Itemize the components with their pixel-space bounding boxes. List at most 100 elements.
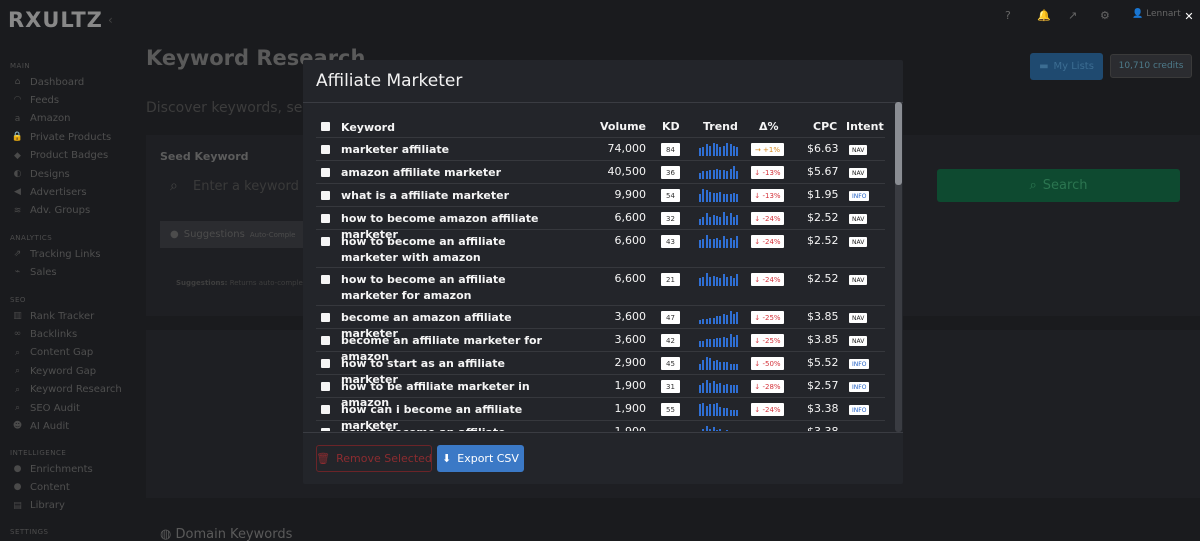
- sidebar-item-seo-audit[interactable]: ⌕ SEO Audit: [12, 400, 80, 416]
- sidebar-item-designs[interactable]: ◐ Designs: [12, 166, 70, 182]
- remove-selected-button[interactable]: 🗑 Remove Selected: [316, 445, 432, 472]
- table-row[interactable]: how to be affiliate marketer in amazon 1,…: [316, 375, 885, 409]
- sidebar-item-content[interactable]: ● Content: [12, 479, 70, 495]
- col-keyword[interactable]: Keyword: [341, 120, 561, 136]
- close-icon[interactable]: ✕: [1183, 11, 1195, 23]
- intent-badge: INFO: [849, 405, 870, 415]
- sidebar-item-backlinks[interactable]: ∞ Backlinks: [12, 326, 77, 342]
- sidebar-item-enrichments[interactable]: ● Enrichments: [12, 461, 93, 477]
- table-row[interactable]: how to become an affiliate marketer for …: [316, 268, 885, 306]
- chevron-left-icon[interactable]: ‹: [108, 13, 113, 27]
- table-row[interactable]: how can i become an affiliate marketer 1,…: [316, 398, 885, 431]
- sidebar-item-keyword-gap[interactable]: ⌕ Keyword Gap: [12, 363, 96, 379]
- table-row[interactable]: become an affiliate marketer for amazon 3…: [316, 329, 885, 363]
- select-all-checkbox[interactable]: [321, 122, 330, 131]
- seed-keyword-input[interactable]: Enter a keyword (e: [193, 179, 316, 194]
- sidebar-item-library[interactable]: ▤ Library: [12, 498, 65, 514]
- sidebar-item-ai-audit[interactable]: ☻ AI Audit: [12, 418, 69, 434]
- row-checkbox[interactable]: [321, 359, 330, 368]
- export-csv-button[interactable]: ⬇ Export CSV: [437, 445, 524, 472]
- trend-bar: [733, 192, 735, 202]
- sidebar-item-sales[interactable]: ⌁ Sales: [12, 264, 57, 280]
- table-row[interactable]: how to become amazon affiliate marketer 6…: [316, 207, 885, 241]
- modal-scrollbar[interactable]: [895, 102, 902, 432]
- trend-bar: [702, 359, 705, 370]
- keyword-cell[interactable]: amazon affiliate marketer: [341, 165, 561, 181]
- app-logo[interactable]: RXULTZ: [8, 8, 103, 32]
- trend-bar: [712, 192, 715, 202]
- keyword-cell[interactable]: how to become an affiliate marketer for …: [341, 272, 561, 304]
- my-lists-button[interactable]: ▬ My Lists: [1030, 53, 1103, 80]
- sidebar-item-keyword-research[interactable]: ⌕ Keyword Research: [12, 382, 122, 398]
- trend-bar: [736, 236, 739, 248]
- trend-bar: [736, 312, 739, 324]
- row-checkbox[interactable]: [321, 428, 330, 431]
- trend-bar: [709, 382, 712, 393]
- chart-icon: ⌁: [14, 267, 21, 278]
- trend-bar: [733, 385, 735, 393]
- table-row[interactable]: amazon affiliate marketer 40,500 36 ↓ -13% $…: [316, 161, 885, 184]
- row-checkbox[interactable]: [321, 336, 330, 345]
- keyword-cell[interactable]: how to become an affiliate marketer: [341, 425, 561, 431]
- sidebar-item-rank-tracker[interactable]: ▥ Rank Tracker: [12, 308, 94, 324]
- sidebar-item-private-products[interactable]: 🔒 Private Products: [12, 129, 111, 145]
- keyword-cell[interactable]: marketer affiliate: [341, 142, 561, 158]
- trend-sparkline: [699, 426, 739, 431]
- sidebar-item-dashboard[interactable]: ⌂ Dashboard: [12, 74, 85, 90]
- trend-bar: [709, 428, 712, 431]
- rss-icon: ◠: [13, 95, 22, 106]
- col-intent[interactable]: Intent: [846, 120, 884, 133]
- scrollbar-thumb[interactable]: [895, 102, 902, 185]
- col-cpc[interactable]: CPC: [813, 120, 837, 133]
- trend-bar: [716, 237, 718, 248]
- table-row[interactable]: how to become an affiliate marketer with…: [316, 230, 885, 268]
- sidebar-item-advertisers[interactable]: ◀ Advertisers: [12, 184, 87, 200]
- bell-icon[interactable]: 🔔: [1037, 9, 1051, 22]
- table-row[interactable]: what is a affiliate marketer 9,900 54 ↓ -13…: [316, 184, 885, 207]
- row-checkbox[interactable]: [321, 214, 330, 223]
- user-menu[interactable]: 👤 Lennart: [1132, 9, 1181, 19]
- sidebar-item-amazon[interactable]: a Amazon: [12, 111, 71, 127]
- keyword-cell[interactable]: what is a affiliate marketer: [341, 188, 561, 204]
- col-volume[interactable]: Volume: [600, 120, 646, 133]
- row-checkbox[interactable]: [321, 145, 330, 154]
- table-row[interactable]: marketer affiliate 74,000 84 → +1% $6.63 NAV: [316, 138, 885, 161]
- row-checkbox[interactable]: [321, 275, 330, 284]
- row-checkbox[interactable]: [321, 313, 330, 322]
- circle-icon: ●: [13, 482, 22, 493]
- sidebar-item-tracking-links[interactable]: ⇗ Tracking Links: [12, 246, 101, 262]
- trend-bar: [712, 275, 715, 286]
- modal-title: Affiliate Marketer: [316, 71, 463, 91]
- table-row[interactable]: become an amazon affiliate marketer 3,600…: [316, 306, 885, 340]
- circle-icon: ●: [13, 464, 22, 474]
- keyword-cell[interactable]: how to become an affiliate marketer with…: [341, 234, 561, 266]
- row-checkbox[interactable]: [321, 168, 330, 177]
- modal-footer: 🗑 Remove Selected ⬇ Export CSV: [303, 432, 903, 484]
- search-button[interactable]: ⌕ Search: [937, 169, 1180, 202]
- sidebar-item-label: Library: [30, 500, 65, 512]
- table-row[interactable]: how to become an affiliate marketer 1,900…: [316, 421, 885, 431]
- row-checkbox[interactable]: [321, 382, 330, 391]
- row-checkbox[interactable]: [321, 237, 330, 246]
- col-kd[interactable]: KD: [662, 120, 680, 133]
- table-row[interactable]: how to start as an affiliate marketer 2,9…: [316, 352, 885, 386]
- tab-suggestions[interactable]: ● Suggestions Auto-Comple: [160, 221, 305, 248]
- help-icon[interactable]: ?: [1005, 9, 1011, 22]
- gear-icon[interactable]: ⚙: [1100, 9, 1110, 22]
- sidebar-item-adv-groups[interactable]: ≋ Adv. Groups: [12, 203, 90, 219]
- sidebar-item-feeds[interactable]: ◠ Feeds: [12, 92, 60, 108]
- row-checkbox[interactable]: [321, 191, 330, 200]
- trend-bar: [702, 171, 705, 179]
- suggestions-note-bold: Suggestions:: [176, 279, 228, 287]
- col-delta[interactable]: Δ%: [759, 120, 779, 133]
- trend-bar: [729, 385, 732, 393]
- col-trend[interactable]: Trend: [703, 120, 738, 133]
- sidebar-item-product-badges[interactable]: ◆ Product Badges: [12, 148, 108, 164]
- cpc-cell: $5.52: [807, 356, 839, 369]
- chart-icon[interactable]: ↗: [1068, 9, 1077, 22]
- row-checkbox[interactable]: [321, 405, 330, 414]
- user-icon: 👤: [1132, 9, 1144, 19]
- search-icon: ⌕: [14, 384, 21, 395]
- layers-icon: ≋: [13, 205, 22, 216]
- sidebar-item-content-gap[interactable]: ⌕ Content Gap: [12, 345, 93, 361]
